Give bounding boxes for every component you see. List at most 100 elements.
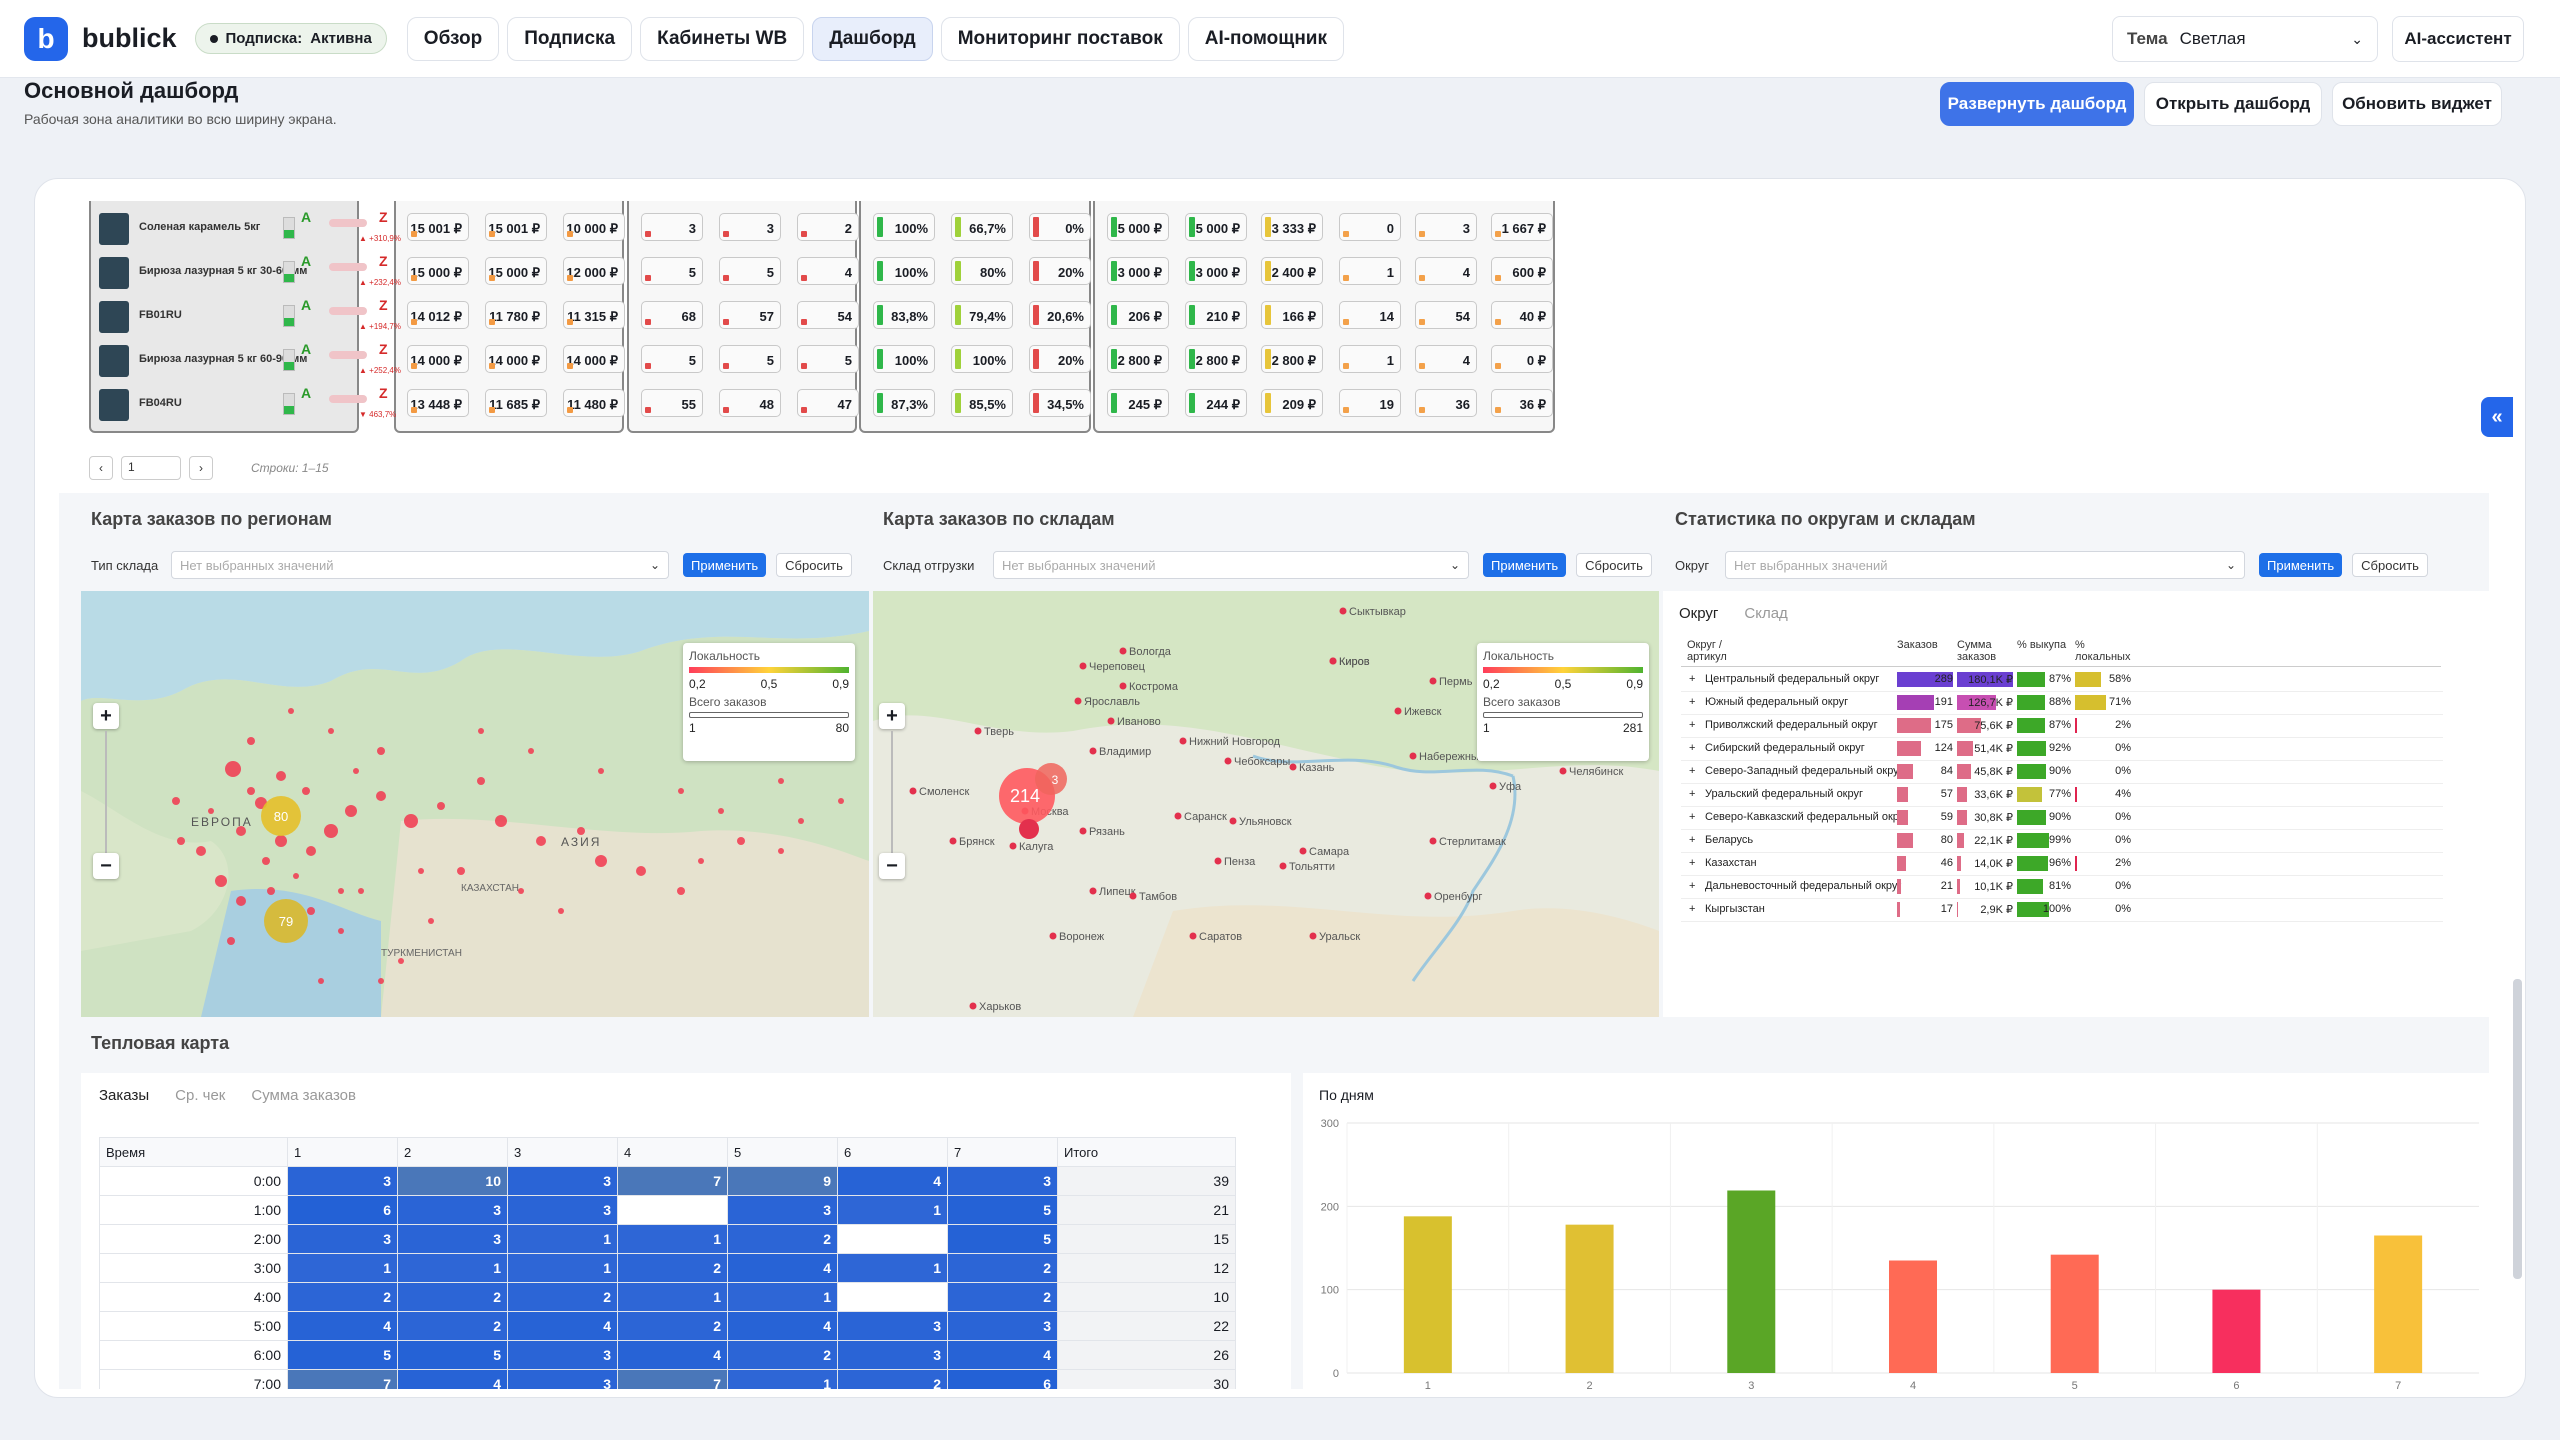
warehouse-point[interactable] <box>909 787 917 795</box>
expand-icon[interactable]: + <box>1689 788 1695 800</box>
region-order-point[interactable] <box>215 875 227 887</box>
tab-district[interactable]: Округ <box>1679 605 1718 622</box>
heatmap-cell[interactable] <box>837 1224 948 1254</box>
heatmap-cell[interactable]: 3 <box>837 1340 948 1370</box>
region-order-point[interactable] <box>276 771 286 781</box>
table-row[interactable]: Соленая карамель 5кг A Z ▲ +310,9% 15 001 ₽ 1… <box>89 207 2489 249</box>
tab-orders-sum[interactable]: Сумма заказов <box>251 1087 356 1104</box>
warehouse-point[interactable] <box>1179 737 1187 745</box>
heatmap-cell[interactable]: 1 <box>837 1195 948 1225</box>
tab-warehouse[interactable]: Склад <box>1744 605 1787 622</box>
expand-icon[interactable]: + <box>1689 719 1695 731</box>
bar[interactable] <box>2212 1289 2261 1373</box>
district-select[interactable]: Нет выбранных значений ⌄ <box>1725 551 2245 579</box>
warehouses-map[interactable]: МоскваТверьЯрославльКостромаИвановоВлади… <box>873 591 1659 1017</box>
heatmap-cell[interactable]: 3 <box>507 1166 618 1196</box>
heatmap-cell[interactable]: 2 <box>507 1282 618 1312</box>
heatmap-cell[interactable]: 1 <box>287 1253 398 1283</box>
region-order-point[interactable] <box>208 808 214 814</box>
heatmap-cell[interactable]: 3 <box>947 1166 1058 1196</box>
reset-button[interactable]: Сбросить <box>1576 553 1652 577</box>
region-order-point[interactable] <box>838 798 844 804</box>
heatmap-cell[interactable]: 3 <box>287 1166 398 1196</box>
region-order-point[interactable] <box>378 978 384 984</box>
heatmap-cell[interactable]: 10 <box>397 1166 508 1196</box>
warehouse-point[interactable] <box>1009 842 1017 850</box>
region-order-point[interactable] <box>302 787 310 795</box>
heatmap-cell[interactable]: 3 <box>397 1224 508 1254</box>
bar[interactable] <box>1565 1224 1614 1373</box>
heatmap-cell[interactable]: 1 <box>617 1282 728 1312</box>
warehouse-point[interactable] <box>1189 932 1197 940</box>
region-order-point[interactable] <box>478 728 484 734</box>
warehouse-point[interactable] <box>1079 662 1087 670</box>
warehouse-point[interactable] <box>1089 887 1097 895</box>
region-order-point[interactable] <box>262 857 270 865</box>
region-order-point[interactable] <box>247 737 255 745</box>
stats-row[interactable]: + Кыргызстан 17 2,9K ₽ 100% 0% <box>1681 899 2443 922</box>
warehouse-point[interactable] <box>1129 892 1137 900</box>
apply-button[interactable]: Применить <box>1483 553 1567 577</box>
heatmap-cell[interactable]: 2 <box>617 1311 728 1341</box>
region-order-point[interactable] <box>528 748 534 754</box>
stats-column-header[interactable]: Заказов <box>1897 639 1957 651</box>
heatmap-cell[interactable]: 1 <box>727 1369 838 1389</box>
warehouse-point[interactable] <box>1229 817 1237 825</box>
heatmap-cell[interactable]: 1 <box>507 1253 618 1283</box>
zoom-out-button[interactable]: − <box>93 853 119 879</box>
table-row[interactable]: FB04RU A Z ▼ 463,7% 13 448 ₽ 11 685 ₽ 11 480 ₽… <box>89 383 2489 425</box>
region-order-point[interactable] <box>377 747 385 755</box>
heatmap-column-header[interactable]: Время <box>99 1137 288 1167</box>
warehouse-point[interactable] <box>1049 932 1057 940</box>
shipping-warehouse-select[interactable]: Нет выбранных значений ⌄ <box>993 551 1469 579</box>
heatmap-cell[interactable]: 2 <box>947 1282 1058 1312</box>
theme-select[interactable]: Тема Светлая ⌄ <box>2112 16 2378 62</box>
apply-button[interactable]: Применить <box>2259 553 2343 577</box>
heatmap-cell[interactable]: 4 <box>727 1311 838 1341</box>
expand-icon[interactable]: + <box>1689 857 1695 869</box>
heatmap-cell[interactable]: 1 <box>837 1253 948 1283</box>
warehouse-point[interactable] <box>974 727 982 735</box>
expand-icon[interactable]: + <box>1689 765 1695 777</box>
heatmap-cell[interactable]: 2 <box>727 1224 838 1254</box>
region-order-point[interactable] <box>457 867 465 875</box>
expand-icon[interactable]: + <box>1689 834 1695 846</box>
cluster-label[interactable]: 80 <box>274 809 288 824</box>
bar[interactable] <box>2050 1254 2099 1373</box>
region-order-point[interactable] <box>595 855 607 867</box>
stats-column-header[interactable]: Округ / артикул <box>1687 639 1747 663</box>
region-order-point[interactable] <box>404 814 418 828</box>
heatmap-cell[interactable]: 2 <box>397 1311 508 1341</box>
prev-page-button[interactable]: ‹ <box>89 456 113 480</box>
heatmap-cell[interactable]: 4 <box>727 1253 838 1283</box>
region-order-point[interactable] <box>307 907 315 915</box>
tab-subscription[interactable]: Подписка <box>507 16 633 61</box>
expand-dashboard-button[interactable]: Развернуть дашборд <box>1940 82 2134 126</box>
tab-avg-check[interactable]: Ср. чек <box>175 1087 225 1104</box>
expand-icon[interactable]: + <box>1689 696 1695 708</box>
region-order-point[interactable] <box>318 978 324 984</box>
region-order-point[interactable] <box>345 805 357 817</box>
region-order-point[interactable] <box>778 778 784 784</box>
warehouse-point[interactable] <box>1429 837 1437 845</box>
region-order-point[interactable] <box>778 848 784 854</box>
heatmap-column-header[interactable]: 4 <box>617 1137 728 1167</box>
reset-button[interactable]: Сбросить <box>2352 553 2428 577</box>
heatmap-cell[interactable]: 3 <box>287 1224 398 1254</box>
region-order-point[interactable] <box>558 908 564 914</box>
region-order-point[interactable] <box>418 868 424 874</box>
collapse-sidebar-button[interactable]: « <box>2481 397 2513 437</box>
heatmap-cell[interactable]: 4 <box>617 1340 728 1370</box>
warehouse-point[interactable] <box>1489 782 1497 790</box>
heatmap-column-header[interactable]: 5 <box>727 1137 838 1167</box>
region-order-point[interactable] <box>225 761 241 777</box>
table-row[interactable]: Бирюза лазурная 5 кг 60-90 мм A Z ▲ +252,4%… <box>89 339 2489 381</box>
region-order-point[interactable] <box>437 802 445 810</box>
zoom-in-button[interactable]: + <box>93 703 119 729</box>
warehouse-point[interactable] <box>1107 717 1115 725</box>
expand-icon[interactable]: + <box>1689 673 1695 685</box>
stats-row[interactable]: + Дальневосточный федеральный округ 21 10,1… <box>1681 876 2443 899</box>
heatmap-column-header[interactable]: 2 <box>397 1137 508 1167</box>
stats-column-header[interactable]: Сумма заказов <box>1957 639 2017 663</box>
warehouse-point[interactable] <box>1174 812 1182 820</box>
